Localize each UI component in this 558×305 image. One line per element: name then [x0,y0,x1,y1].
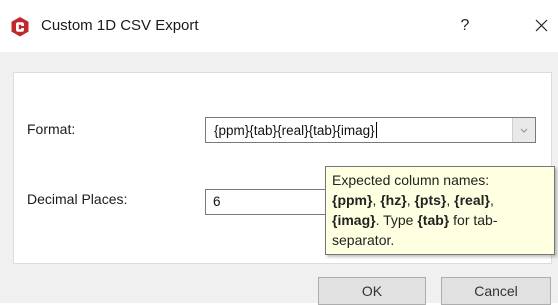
tooltip-tab-token: {tab} [417,212,450,228]
ok-button[interactable]: OK [318,277,426,305]
app-logo-icon [11,17,29,37]
format-combobox[interactable]: {ppm}{tab}{real}{tab}{imag} [205,117,536,143]
decimal-places-value[interactable]: 6 [213,194,221,209]
format-value[interactable]: {ppm}{tab}{real}{tab}{imag} [214,122,377,138]
tooltip-column-pts: {pts} [414,192,447,208]
cancel-button[interactable]: Cancel [441,277,551,305]
window-title: Custom 1D CSV Export [41,17,199,34]
chevron-down-icon [520,128,528,133]
format-tooltip: Expected column names: {ppm}, {hz}, {pts… [325,166,555,255]
tooltip-separator: , [446,192,455,208]
text-caret [375,122,377,138]
tooltip-column-ppm: {ppm} [332,192,373,208]
dropdown-button[interactable] [512,118,535,142]
title-bar: Custom 1D CSV Export ? [0,0,558,52]
decimal-places-label: Decimal Places: [27,191,128,207]
tooltip-separator: , [489,192,494,208]
tooltip-column-real: {real} [454,192,490,208]
tooltip-line-3: {imag}. Type {tab} for tab- [332,210,551,230]
format-label: Format: [27,121,76,137]
tooltip-text: . Type [375,212,418,228]
decimal-places-input[interactable]: 6 [205,189,335,215]
help-button[interactable]: ? [450,12,480,40]
tooltip-column-hz: {hz} [380,192,407,208]
close-icon[interactable] [527,12,555,40]
tooltip-line-1: Expected column names: [332,172,490,188]
tooltip-text: for tab- [449,212,498,228]
tooltip-line-4: separator. [332,232,395,248]
tooltip-column-imag: {imag} [332,212,376,228]
tooltip-line-2: {ppm}, {hz}, {pts}, {real}, [332,190,551,210]
